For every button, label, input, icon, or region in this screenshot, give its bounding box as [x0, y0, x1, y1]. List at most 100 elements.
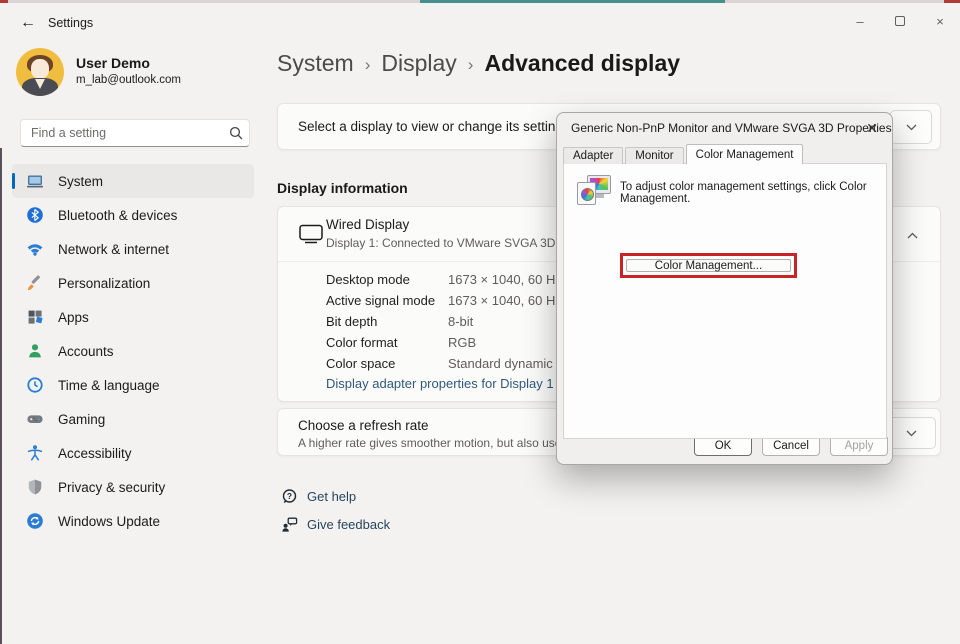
display-subtitle: Display 1: Connected to VMware SVGA 3D — [326, 236, 555, 250]
breadcrumb-display[interactable]: Display — [381, 50, 456, 77]
sidebar-item-windows-update[interactable]: Windows Update — [12, 504, 254, 538]
sidebar-item-label: Time & language — [58, 378, 160, 393]
sidebar-item-label: Accessibility — [58, 446, 132, 461]
sidebar-item-label: Personalization — [58, 276, 150, 291]
sidebar-item-accessibility[interactable]: Accessibility — [12, 436, 254, 470]
search-icon — [223, 126, 249, 140]
detail-value: 1673 × 1040, 60 Hz — [448, 293, 562, 308]
dialog-tab-panel: To adjust color management settings, cli… — [563, 163, 887, 439]
sidebar-item-privacy-security[interactable]: Privacy & security — [12, 470, 254, 504]
search-box — [20, 119, 250, 147]
desktop-edge-left — [0, 148, 2, 644]
sidebar-item-label: Apps — [58, 310, 89, 325]
back-arrow-icon: ← — [20, 14, 36, 32]
close-icon: ✕ — [866, 120, 878, 137]
collapse-section-button[interactable] — [898, 221, 926, 249]
windows-update-icon — [26, 512, 44, 530]
display-adapter-properties-link[interactable]: Display adapter properties for Display 1 — [326, 376, 554, 391]
sidebar-item-bluetooth-devices[interactable]: Bluetooth & devices — [12, 198, 254, 232]
detail-row-color-space: Color space Standard dynamic ra — [326, 353, 568, 374]
network-icon — [26, 240, 44, 258]
sidebar-item-label: Windows Update — [58, 514, 160, 529]
chevron-right-icon: › — [365, 53, 371, 75]
bluetooth-icon — [26, 206, 44, 224]
gaming-icon — [26, 410, 44, 428]
dialog-title: Generic Non-PnP Monitor and VMware SVGA … — [571, 121, 892, 135]
color-management-button[interactable]: Color Management... — [626, 259, 791, 272]
get-help-icon: ? — [279, 488, 299, 505]
tab-color-management[interactable]: Color Management — [686, 144, 804, 164]
user-email: m_lab@outlook.com — [76, 74, 181, 86]
accounts-icon — [26, 342, 44, 360]
maximize-icon — [895, 16, 905, 26]
desktop-edge-top — [0, 0, 960, 3]
get-help-link[interactable]: ? Get help — [279, 488, 356, 505]
sidebar-item-apps[interactable]: Apps — [12, 300, 254, 334]
time-language-icon — [26, 376, 44, 394]
sidebar-item-system[interactable]: System — [12, 164, 254, 198]
minimize-icon: – — [856, 14, 863, 29]
detail-label: Color space — [326, 356, 448, 371]
dialog-close-button[interactable]: ✕ — [860, 117, 884, 139]
chevron-down-icon — [906, 430, 917, 437]
maximize-button[interactable] — [880, 3, 920, 39]
search-input[interactable] — [21, 126, 223, 140]
settings-window: ← Settings – × User Demo m_lab@outlook.c… — [0, 0, 960, 644]
refresh-rate-dropdown[interactable] — [886, 417, 936, 449]
detail-label: Desktop mode — [326, 272, 448, 287]
close-button[interactable]: × — [920, 3, 960, 39]
display-select-dropdown[interactable] — [890, 110, 932, 144]
breadcrumb-system[interactable]: System — [277, 50, 354, 77]
give-feedback-icon — [279, 516, 299, 533]
svg-text:?: ? — [286, 491, 291, 501]
avatar — [16, 48, 64, 96]
detail-row-bit-depth: Bit depth 8-bit — [326, 311, 568, 332]
sidebar-item-personalization[interactable]: Personalization — [12, 266, 254, 300]
tab-monitor[interactable]: Monitor — [625, 147, 683, 164]
sidebar-item-label: Accounts — [58, 344, 114, 359]
sidebar-item-gaming[interactable]: Gaming — [12, 402, 254, 436]
detail-value: 1673 × 1040, 60 Hz — [448, 272, 562, 287]
chevron-up-icon — [907, 232, 918, 239]
sidebar-item-label: Privacy & security — [58, 480, 165, 495]
dialog-tabs: Adapter Monitor Color Management — [563, 144, 805, 164]
dialog-body-text: To adjust color management settings, cli… — [620, 181, 880, 205]
back-button[interactable]: ← — [14, 11, 42, 35]
sidebar-item-label: System — [58, 174, 103, 189]
detail-value: 8-bit — [448, 314, 473, 329]
system-icon — [26, 172, 44, 190]
detail-label: Active signal mode — [326, 293, 448, 308]
detail-label: Color format — [326, 335, 448, 350]
sidebar-item-label: Bluetooth & devices — [58, 208, 177, 223]
refresh-rate-title: Choose a refresh rate — [298, 418, 429, 433]
sidebar-item-label: Gaming — [58, 412, 105, 427]
close-icon: × — [936, 14, 944, 29]
detail-row-active-signal-mode: Active signal mode 1673 × 1040, 60 Hz — [326, 290, 568, 311]
user-profile[interactable]: User Demo m_lab@outlook.com — [16, 46, 256, 98]
minimize-button[interactable]: – — [840, 3, 880, 39]
detail-value: RGB — [448, 335, 476, 350]
sidebar-item-accounts[interactable]: Accounts — [12, 334, 254, 368]
accessibility-icon — [26, 444, 44, 462]
chevron-down-icon — [906, 124, 917, 131]
get-help-label: Get help — [307, 489, 356, 504]
page-title: Advanced display — [484, 50, 680, 77]
give-feedback-link[interactable]: Give feedback — [279, 516, 390, 533]
color-management-icon — [577, 175, 611, 209]
tab-adapter[interactable]: Adapter — [563, 147, 623, 164]
sidebar-item-time-language[interactable]: Time & language — [12, 368, 254, 402]
breadcrumb: System › Display › Advanced display — [277, 50, 691, 77]
sidebar-item-label: Network & internet — [58, 242, 169, 257]
display-details: Desktop mode 1673 × 1040, 60 Hz Active s… — [326, 269, 568, 374]
sidebar-item-network-internet[interactable]: Network & internet — [12, 232, 254, 266]
titlebar: ← Settings – × — [0, 3, 960, 43]
sidebar-nav: System Bluetooth & devices Network & int… — [12, 164, 254, 538]
app-title: Settings — [48, 16, 93, 30]
give-feedback-label: Give feedback — [307, 517, 390, 532]
personalization-icon — [26, 274, 44, 292]
detail-label: Bit depth — [326, 314, 448, 329]
annotation-highlight-box: Color Management... — [620, 253, 797, 278]
detail-row-desktop-mode: Desktop mode 1673 × 1040, 60 Hz — [326, 269, 568, 290]
detail-value: Standard dynamic ra — [448, 356, 568, 371]
monitor-icon — [299, 224, 323, 244]
